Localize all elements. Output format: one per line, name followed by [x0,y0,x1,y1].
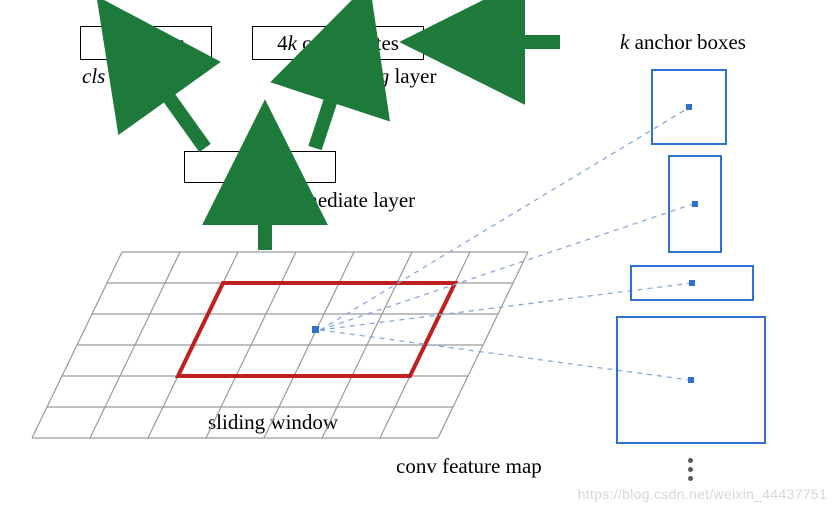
anchor-ellipsis-icon [688,454,693,485]
center-dot [312,326,319,333]
arrow-256d-to-coords [315,78,338,148]
intermediate-box-text: 256-d [236,157,285,178]
intermediate-layer-label: intermediate layer [263,188,415,213]
anchor-dot [686,104,692,110]
watermark-text: https://blog.csdn.net/weixin_44437751 [578,486,827,502]
anchor-dot [689,280,695,286]
anchor-dot [692,201,698,207]
anchor-boxes-label: k anchor boxes [620,30,746,55]
arrow-256d-to-scores [155,78,205,148]
anchor-dot [688,377,694,383]
coords-box-text: 4k coordinates [277,33,399,54]
intermediate-box: 256-d [184,151,336,183]
anchor-box-4 [616,316,766,444]
cls-layer-label: cls layer [82,64,153,89]
anchor-box-2 [668,155,722,253]
scores-box: 2k scores [80,26,212,60]
reg-layer-label: reg layer [362,64,436,89]
scores-box-text: 2k scores [107,33,185,54]
feature-map-label: conv feature map [396,454,542,479]
anchor-box-1 [651,69,727,145]
anchor-box-3 [630,265,754,301]
green-arrows [155,42,560,250]
sliding-window [178,283,455,376]
sliding-window-label: sliding window [208,410,338,435]
coords-box: 4k coordinates [252,26,424,60]
